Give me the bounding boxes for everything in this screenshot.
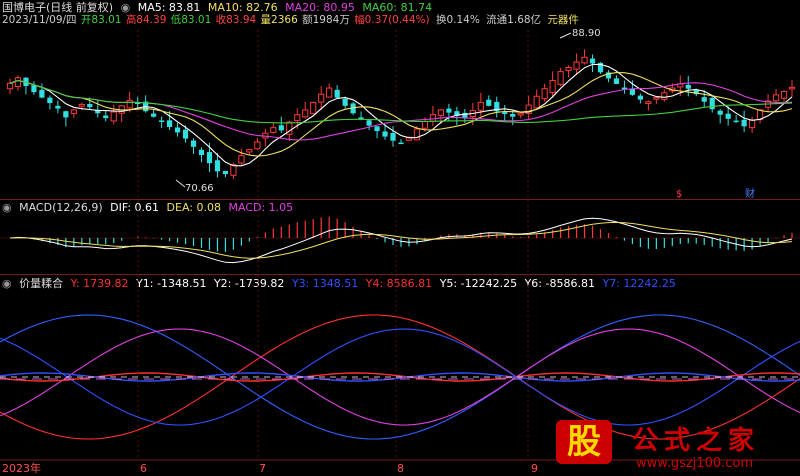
candle-down [63, 111, 69, 118]
candle-down [709, 97, 715, 110]
candle-up [429, 114, 437, 122]
candle-up [788, 86, 796, 90]
candle-down [87, 104, 93, 108]
candle-up [772, 94, 780, 102]
candle-down [222, 170, 229, 175]
candle-down [502, 112, 508, 114]
finance-flag[interactable]: 财 [745, 188, 755, 201]
candle-down [103, 115, 109, 119]
candle-up [565, 67, 572, 71]
candle-down [214, 160, 221, 172]
candle-down [637, 95, 643, 100]
candle-up [581, 56, 588, 64]
price-pane [6, 32, 796, 188]
candle-up [477, 101, 484, 111]
candle-up [541, 88, 548, 100]
candle-up [78, 103, 85, 107]
candle-down [510, 113, 516, 117]
candle-up [437, 109, 444, 116]
candle-up [549, 80, 556, 94]
candle-up [780, 90, 788, 99]
candle-down [446, 108, 452, 113]
watermark-url: www.gszj100.com [636, 456, 754, 471]
candle-up [573, 61, 580, 70]
candle-up [413, 128, 421, 141]
candle-down [733, 120, 739, 123]
candle-up [14, 77, 22, 87]
candle-down [717, 110, 723, 115]
candle-down [374, 126, 380, 132]
candle-down [486, 99, 492, 106]
x-label-jun: 6 [140, 462, 147, 475]
candle-up [254, 141, 261, 150]
x-label-jul: 7 [259, 462, 266, 475]
watermark-text: 公式之家 [632, 426, 761, 456]
candle-up [645, 101, 652, 104]
candle-down [613, 78, 620, 84]
candle-up [6, 82, 14, 90]
candle-up [302, 109, 309, 118]
high-pointer [559, 32, 572, 39]
candle-down [174, 127, 181, 133]
candle-down [725, 113, 731, 119]
candle-up [517, 112, 524, 116]
candle-down [398, 142, 404, 145]
candle-down [55, 105, 61, 109]
candle-up [246, 149, 253, 153]
low-marker: 70.66 [185, 183, 214, 194]
chart-canvas [0, 30, 800, 461]
candle-down [39, 89, 45, 98]
candle-up [310, 101, 317, 115]
chart-window: { "header": { "title": "国博电子(日线 前复权)", "… [0, 0, 800, 476]
x-label-aug: 8 [397, 462, 404, 475]
candle-down [685, 84, 691, 89]
candle-down [198, 149, 205, 155]
candle-up [661, 92, 668, 100]
candle-down [47, 97, 53, 104]
candle-down [166, 120, 173, 127]
x-label-sep: 9 [531, 462, 538, 475]
candle-down [151, 113, 157, 117]
candle-down [206, 152, 213, 164]
candle-down [334, 89, 340, 98]
candle-up [70, 109, 77, 115]
event-flag[interactable]: $ [676, 188, 682, 201]
candle-up [533, 95, 540, 109]
candle-down [629, 88, 636, 95]
candle-up [270, 127, 277, 133]
candle-down [589, 58, 596, 64]
candle-down [741, 119, 747, 127]
candle-up [238, 155, 245, 164]
candle-up [326, 87, 333, 98]
candle-up [421, 121, 429, 129]
candle-down [31, 85, 37, 93]
candle-down [278, 125, 284, 131]
candle-down [342, 98, 348, 106]
candle-down [390, 133, 396, 141]
candle-up [126, 99, 133, 109]
candle-up [294, 114, 301, 122]
candle-up [557, 71, 564, 85]
candle-down [159, 120, 165, 122]
candle-up [749, 119, 756, 129]
candle-down [190, 140, 197, 147]
candle-down [701, 97, 707, 102]
high-marker: 88.90 [572, 28, 601, 39]
macd-pane [0, 216, 800, 264]
candle-up [653, 97, 660, 100]
candle-up [110, 111, 117, 122]
candle-up [318, 93, 325, 103]
candle-down [366, 120, 372, 126]
low-pointer [175, 179, 186, 188]
candle-down [182, 129, 189, 139]
x-label-start: 2023年 [2, 462, 41, 475]
ma5-line [9, 63, 793, 167]
candle-down [382, 131, 388, 137]
watermark-logo: 股 [556, 420, 612, 464]
